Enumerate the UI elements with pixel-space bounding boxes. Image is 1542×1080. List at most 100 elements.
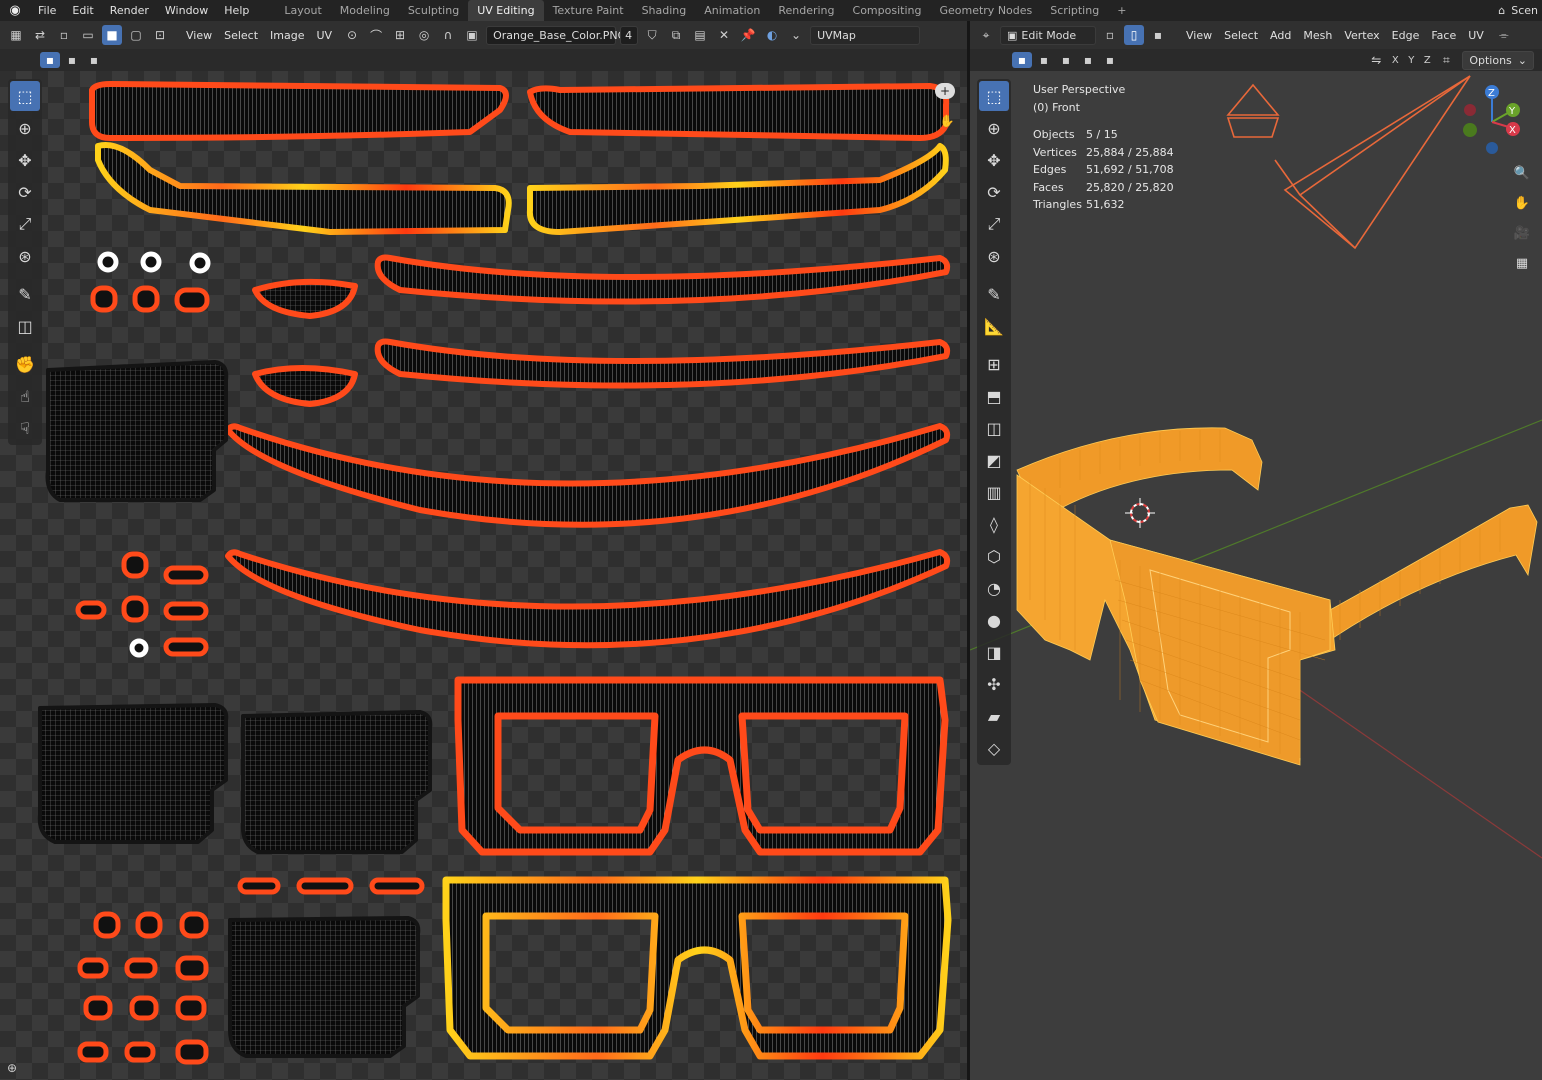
menu-file[interactable]: File [30,0,64,21]
tab-animation[interactable]: Animation [695,0,769,21]
select-box-icon[interactable]: ⬚ [10,81,40,111]
tab-geometry-nodes[interactable]: Geometry Nodes [930,0,1041,21]
face-select-icon[interactable]: ■ [102,25,122,45]
tab-scripting[interactable]: Scripting [1041,0,1108,21]
rotate-icon[interactable]: ⟳ [10,177,40,207]
tab-shading[interactable]: Shading [633,0,696,21]
viewport-menu-edge[interactable]: Edge [1386,29,1426,42]
edge-mode-icon[interactable]: ▯ [1124,25,1144,45]
transform-orientation-icon[interactable]: ⌯ [1494,25,1514,45]
select-new-icon[interactable]: ▪ [40,52,60,68]
tab-texture-paint[interactable]: Texture Paint [544,0,633,21]
viewport-menu-mesh[interactable]: Mesh [1297,29,1338,42]
rip-region-icon[interactable]: ◫ [10,311,40,341]
extrude-icon[interactable]: ⬒ [979,381,1009,411]
select-subtract-icon[interactable]: ▪ [84,52,104,68]
viewport-menu-face[interactable]: Face [1425,29,1462,42]
viewport-scene[interactable]: Z Y X [970,71,1542,1080]
face-mode-icon[interactable]: ▪ [1148,25,1168,45]
editor-type-icon[interactable]: ▦ [6,25,26,45]
edge-slide-icon[interactable]: ◨ [979,637,1009,667]
uv-menu-image[interactable]: Image [264,29,310,42]
image-name-field[interactable]: Orange_Base_Color.PNG [486,25,626,45]
mode-selector[interactable]: ▣ Edit Mode [1000,25,1096,45]
measure-icon[interactable]: 📐 [979,311,1009,341]
shrink-fatten-icon[interactable]: ✣ [979,669,1009,699]
falloff-icon[interactable]: ∩ [438,25,458,45]
vp-select-extend-icon[interactable]: ▪ [1034,52,1054,68]
camera-view-icon[interactable]: 🎥 [1510,221,1534,245]
uv-menu-view[interactable]: View [180,29,218,42]
inset-icon[interactable]: ◫ [979,413,1009,443]
sticky-select-icon[interactable]: ⊡ [150,25,170,45]
move-icon[interactable]: ✥ [10,145,40,175]
rip-icon[interactable]: ◇ [979,733,1009,763]
knife-icon[interactable]: ◊ [979,509,1009,539]
snap-target-icon[interactable]: ⊞ [390,25,410,45]
vertex-select-icon[interactable]: ▫ [54,25,74,45]
loop-cut-icon[interactable]: ▥ [979,477,1009,507]
mirror-icon[interactable]: ⇋ [1366,50,1386,70]
viewport-menu-uv[interactable]: UV [1462,29,1490,42]
shear-icon[interactable]: ▰ [979,701,1009,731]
vp-select-subtract-icon[interactable]: ▪ [1056,52,1076,68]
mirror-axis-x[interactable]: X [1388,50,1402,70]
tab-rendering[interactable]: Rendering [769,0,843,21]
menu-window[interactable]: Window [157,0,216,21]
spin-icon[interactable]: ◔ [979,573,1009,603]
unlink-image-icon[interactable]: ✕ [714,25,734,45]
zoom-icon[interactable]: 🔍 [1510,161,1534,185]
open-image-icon[interactable]: ▤ [690,25,710,45]
cursor-icon[interactable]: ⊕ [979,113,1009,143]
ortho-grid-icon[interactable]: ▦ [1510,251,1534,275]
tab-uv-editing[interactable]: UV Editing [468,0,544,21]
scene-selector[interactable]: ⌂ Scen [1498,0,1542,21]
edge-select-icon[interactable]: ▭ [78,25,98,45]
pan-hand-icon[interactable]: ✋ [1510,191,1534,215]
grab-icon[interactable]: ✊ [10,349,40,379]
scale-icon[interactable]: ⤢ [979,209,1009,239]
select-box-icon[interactable]: ⬚ [979,81,1009,111]
smooth-icon[interactable]: ● [979,605,1009,635]
menu-help[interactable]: Help [216,0,257,21]
move-icon[interactable]: ✥ [979,145,1009,175]
vp-select-invert-icon[interactable]: ▪ [1078,52,1098,68]
menu-render[interactable]: Render [102,0,157,21]
pinch-icon[interactable]: ☟ [10,413,40,443]
overlay-dropdown-icon[interactable]: ⌄ [786,25,806,45]
viewport-menu-select[interactable]: Select [1218,29,1264,42]
tab-modeling[interactable]: Modeling [331,0,399,21]
uv-menu-uv[interactable]: UV [311,29,339,42]
annotate-icon[interactable]: ✎ [979,279,1009,309]
uv-map-selector[interactable]: UVMap [810,25,921,45]
cursor-icon[interactable]: ⊕ [10,113,40,143]
rotate-icon[interactable]: ⟳ [979,177,1009,207]
uv-editor-canvas[interactable]: ⬚ ⊕ ✥ ⟳ ⤢ ⊛ ✎ ◫ ✊ ☝ ☟ + ✋ ⊕ [0,71,967,1080]
mirror-axis-z[interactable]: Z [1420,50,1434,70]
vertex-mode-icon[interactable]: ▫ [1100,25,1120,45]
viewport-editor-type-icon[interactable]: ⌖ [976,25,996,45]
scale-icon[interactable]: ⤢ [10,209,40,239]
uv-islands[interactable] [0,71,967,1080]
relax-icon[interactable]: ☝ [10,381,40,411]
pan-hand-icon[interactable]: ✋ [937,111,957,131]
add-workspace-button[interactable]: + [1108,0,1135,21]
menu-edit[interactable]: Edit [64,0,101,21]
tab-layout[interactable]: Layout [275,0,330,21]
island-select-icon[interactable]: ▢ [126,25,146,45]
vp-select-intersect-icon[interactable]: ▪ [1100,52,1120,68]
uv-menu-select[interactable]: Select [218,29,264,42]
transform-icon[interactable]: ⊛ [979,241,1009,271]
transform-icon[interactable]: ⊛ [10,241,40,271]
viewport-menu-add[interactable]: Add [1264,29,1297,42]
tab-compositing[interactable]: Compositing [844,0,931,21]
vp-select-new-icon[interactable]: ▪ [1012,52,1032,68]
options-dropdown[interactable]: Options ⌄ [1462,50,1534,70]
add-cube-icon[interactable]: ⊞ [979,349,1009,379]
viewport-menu-vertex[interactable]: Vertex [1338,29,1385,42]
mirror-axis-y[interactable]: Y [1404,50,1418,70]
proportional-edit-icon[interactable]: ◎ [414,25,434,45]
overlay-icon[interactable]: ◐ [762,25,782,45]
snap-icon[interactable]: ⌒ [366,25,386,45]
viewport-menu-view[interactable]: View [1180,29,1218,42]
